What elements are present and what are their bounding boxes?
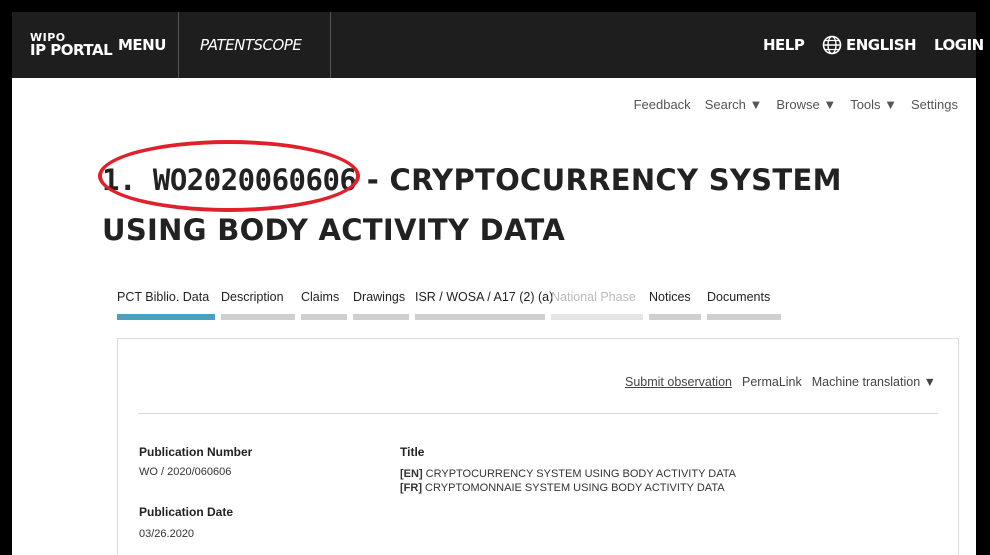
publication-number-value: WO / 2020/060606 [139, 466, 232, 478]
publication-number-label: Publication Number [139, 445, 253, 459]
permalink-link[interactable]: PermaLink [742, 375, 802, 389]
lang-code-en: [EN] [400, 468, 423, 480]
red-annotation-circle [98, 140, 360, 212]
settings-link[interactable]: Settings [911, 97, 958, 112]
tab-label: PCT Biblio. Data [117, 290, 210, 304]
tab-indicator [301, 314, 347, 320]
secondary-navigation: Feedback Search ▼ Browse ▼ Tools ▼ Setti… [634, 97, 958, 112]
title-english: [EN] CRYPTOCURRENCY SYSTEM USING BODY AC… [400, 468, 736, 480]
search-menu[interactable]: Search ▼ [705, 97, 763, 112]
tab-label: ISR / WOSA / A17 (2) (a) [415, 290, 554, 304]
tab-indicator [551, 314, 643, 320]
tab-label: Documents [707, 290, 771, 304]
submit-observation-link[interactable]: Submit observation [625, 375, 732, 389]
tab-label: Notices [649, 290, 691, 304]
tab-notices[interactable]: Notices [649, 290, 701, 320]
tab-drawings[interactable]: Drawings [353, 290, 409, 320]
menu-button[interactable]: MENU [118, 12, 166, 78]
title-french: [FR] CRYPTOMONNAIE SYSTEM USING BODY ACT… [400, 482, 725, 494]
tab-documents[interactable]: Documents [707, 290, 781, 320]
tools-menu[interactable]: Tools ▼ [850, 97, 897, 112]
tab-indicator [353, 314, 409, 320]
lang-code-fr: [FR] [400, 482, 422, 494]
biblio-panel: Submit observation PermaLink Machine tra… [117, 338, 959, 555]
frame-edge-right [976, 0, 990, 555]
language-selector[interactable]: ENGLISH [822, 12, 917, 78]
tab-label: Description [221, 290, 284, 304]
help-link[interactable]: HELP [763, 12, 805, 78]
logo-line-2: IP PORTAL [30, 41, 113, 59]
title-label: Title [400, 445, 425, 459]
title-fr-text: CRYPTOMONNAIE SYSTEM USING BODY ACTIVITY… [422, 482, 725, 494]
tab-label: Drawings [353, 290, 406, 304]
topbar-separator [330, 12, 331, 78]
publication-date-label: Publication Date [139, 505, 234, 519]
frame-edge-left [0, 0, 12, 555]
panel-divider [138, 413, 938, 414]
top-navigation-bar: WIPO IP PORTAL MENU PATENTSCOPE HELP ENG… [12, 12, 984, 78]
frame-edge-top [0, 0, 990, 12]
screenshot-frame: WIPO IP PORTAL MENU PATENTSCOPE HELP ENG… [0, 0, 990, 555]
machine-translation-menu[interactable]: Machine translation ▼ [812, 375, 936, 389]
tab-isr-wosa[interactable]: ISR / WOSA / A17 (2) (a) [415, 290, 554, 320]
tab-indicator [649, 314, 701, 320]
topbar-separator [178, 12, 179, 78]
login-link[interactable]: LOGIN [934, 12, 984, 78]
tab-indicator [707, 314, 781, 320]
patentscope-link[interactable]: PATENTSCOPE [200, 12, 302, 78]
title-en-text: CRYPTOCURRENCY SYSTEM USING BODY ACTIVIT… [422, 468, 736, 480]
tab-label: Claims [301, 290, 340, 304]
tab-pct-biblio-data[interactable]: PCT Biblio. Data [117, 290, 215, 320]
language-label: ENGLISH [846, 36, 917, 54]
globe-icon [822, 35, 842, 55]
document-tabs: PCT Biblio. Data Description Claims Draw… [117, 290, 781, 320]
tab-indicator [415, 314, 545, 320]
browse-menu[interactable]: Browse ▼ [776, 97, 836, 112]
tab-claims[interactable]: Claims [301, 290, 347, 320]
panel-actions: Submit observation PermaLink Machine tra… [625, 375, 936, 389]
tab-indicator [117, 314, 215, 320]
publication-date-value: 03/26.2020 [139, 528, 195, 540]
tab-indicator [221, 314, 295, 320]
tab-national-phase: National Phase [551, 290, 643, 320]
tab-description[interactable]: Description [221, 290, 295, 320]
tab-label: National Phase [551, 290, 636, 304]
feedback-link[interactable]: Feedback [634, 97, 691, 112]
wipo-logo[interactable]: WIPO IP PORTAL [30, 12, 113, 78]
